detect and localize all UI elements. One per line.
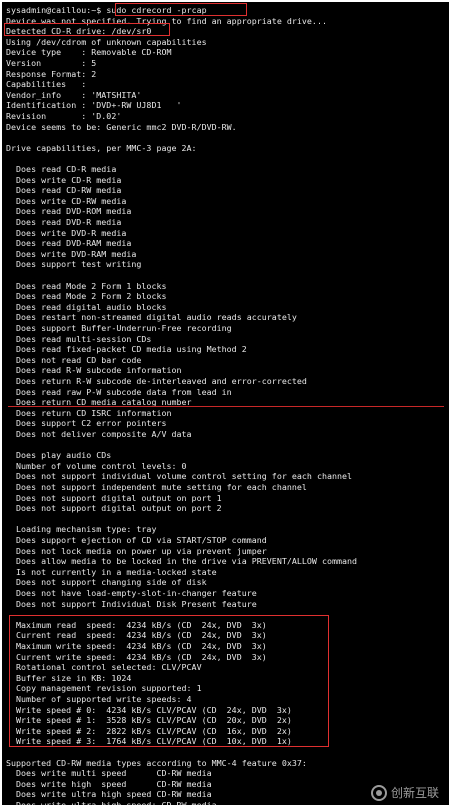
output-line: Response Format: 2 <box>6 68 97 79</box>
output-line: Does not read CD bar code <box>6 354 142 365</box>
shell-prompt: sysadmin@caillou:~$ <box>6 5 107 15</box>
output-line: Loading mechanism type: tray <box>6 524 157 535</box>
output-line: Does support test writing <box>6 259 142 270</box>
output-line: Does write multi speed CD-RW media <box>6 768 212 779</box>
output-line: Version : 5 <box>6 58 97 68</box>
output-line: Does read multi-session CDs <box>6 333 152 344</box>
output-line: Does not support changing side of disk <box>6 577 207 588</box>
output-line: Does read DVD-R media <box>6 217 122 227</box>
output-line: Does write CD-RW media <box>6 195 127 206</box>
output-line: Does read Mode 2 Form 1 blocks <box>6 280 167 291</box>
output-line: Does write ultra high speed+ CD-RW media <box>6 800 217 805</box>
output-line: Does not support digital output on port … <box>6 492 222 503</box>
output-line: Does not support individual volume contr… <box>6 471 353 482</box>
output-line: Does support ejection of CD via START/ST… <box>6 535 267 545</box>
output-line: Does not lock media on power up via prev… <box>6 545 267 556</box>
watermark: 创新互联 <box>370 784 439 801</box>
output-line: Does not support digital output on port … <box>6 503 222 514</box>
output-line: Does read raw P-W subcode data from lead… <box>6 386 232 397</box>
output-line: Does play audio CDs <box>6 450 112 461</box>
output-line: Does read R-W subcode information <box>6 365 182 376</box>
output-line: Does write DVD-R media <box>6 227 127 238</box>
output-line: Drive capabilities, per MMC-3 page 2A: <box>6 142 197 153</box>
output-line: Does restart non-streamed digital audio … <box>6 312 297 323</box>
section-divider <box>8 406 444 407</box>
output-line: Does support C2 error pointers <box>6 418 167 429</box>
output-line: Does read CD-RW media <box>6 185 122 196</box>
output-line: Does allow media to be locked in the dri… <box>6 556 358 567</box>
command-highlight <box>115 3 247 16</box>
output-line: Does not support independent mute settin… <box>6 482 307 492</box>
output-line: Does write CD-R media <box>6 174 122 185</box>
output-line: Does support Buffer-Underrun-Free record… <box>6 323 232 333</box>
detected-drive-highlight <box>4 23 170 36</box>
watermark-text: 创新互联 <box>390 786 439 800</box>
output-line: Number of volume control levels: 0 <box>6 460 187 471</box>
output-line: Device seems to be: Generic mmc2 DVD-R/D… <box>6 121 237 132</box>
output-line: Does read Mode 2 Form 2 blocks <box>6 291 167 302</box>
output-line: Does read fixed-packet CD media using Me… <box>6 344 247 355</box>
output-line: Is not currently in a media-locked state <box>6 566 217 577</box>
output-line: Using /dev/cdrom of unknown capabilities <box>6 36 207 47</box>
output-line: Does not have load-empty-slot-in-changer… <box>6 588 257 598</box>
output-line: Does read DVD-ROM media <box>6 206 132 217</box>
output-line: Does write high speed CD-RW media <box>6 778 212 789</box>
output-line: Does read CD-R media <box>6 164 117 174</box>
output-line: Does write DVD-RAM media <box>6 248 137 259</box>
output-line: Does return R-W subcode de-interleaved a… <box>6 376 307 386</box>
output-line: Does read digital audio blocks <box>6 301 167 312</box>
output-line: Vendor_info : 'MATSHITA' <box>6 89 142 100</box>
output-line: Does read DVD-RAM media <box>6 238 132 249</box>
output-line: Revision : 'D.02' <box>6 111 122 121</box>
output-line: Device type : Removable CD-ROM <box>6 47 172 58</box>
output-line: Does write ultra high speed CD-RW media <box>6 789 212 800</box>
output-line: Supported CD-RW media types according to… <box>6 757 307 768</box>
output-line: Capabilities : <box>6 79 87 90</box>
watermark-logo-icon <box>370 784 387 801</box>
output-line: Does not deliver composite A/V data <box>6 429 192 439</box>
output-line: Identification : 'DVD+-RW UJ8D1 ' <box>6 100 182 111</box>
terminal-window[interactable]: sysadmin@caillou:~$ sudo cdrecord -prcap… <box>2 2 449 805</box>
output-line: Does return CD ISRC information <box>6 407 172 418</box>
output-line: Does not support Individual Disk Present… <box>6 598 257 609</box>
speed-info-highlight <box>9 615 329 747</box>
